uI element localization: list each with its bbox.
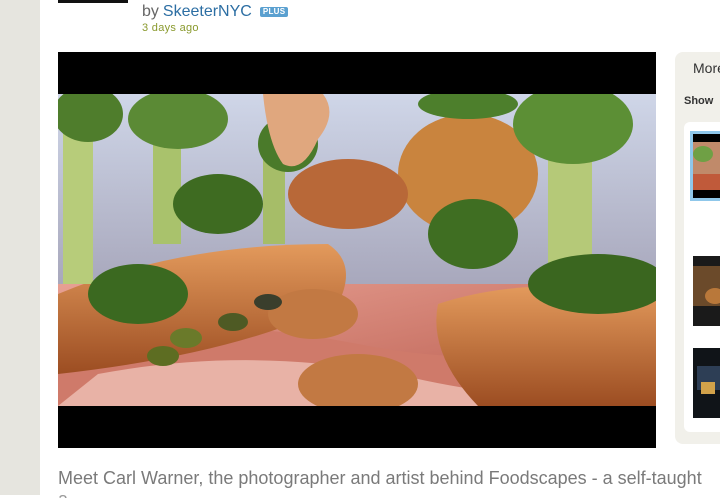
- video-player[interactable]: [58, 52, 656, 448]
- video-description-line2: a...: [58, 488, 720, 498]
- related-videos-panel: More Show: [675, 52, 720, 444]
- thumbnail-list: [684, 122, 720, 432]
- by-label: by: [142, 3, 159, 20]
- thumbnail-related-1[interactable]: [693, 256, 720, 326]
- byline: by SkeeterNYC PLUS: [142, 2, 289, 22]
- thumbnail-foodscape[interactable]: [690, 131, 720, 201]
- foodscape-scene: [58, 94, 656, 406]
- left-gutter: [0, 0, 40, 495]
- plus-badge: PLUS: [259, 7, 289, 17]
- thumbnail-related-2[interactable]: [693, 348, 720, 418]
- video-description: Meet Carl Warner, the photographer and a…: [58, 468, 702, 488]
- more-tab[interactable]: More: [693, 60, 720, 76]
- video-frame[interactable]: [58, 94, 656, 406]
- show-label: Show: [684, 95, 714, 107]
- header-image-edge: [58, 0, 128, 3]
- author-link[interactable]: SkeeterNYC: [163, 3, 252, 21]
- post-timestamp: 3 days ago: [142, 22, 199, 34]
